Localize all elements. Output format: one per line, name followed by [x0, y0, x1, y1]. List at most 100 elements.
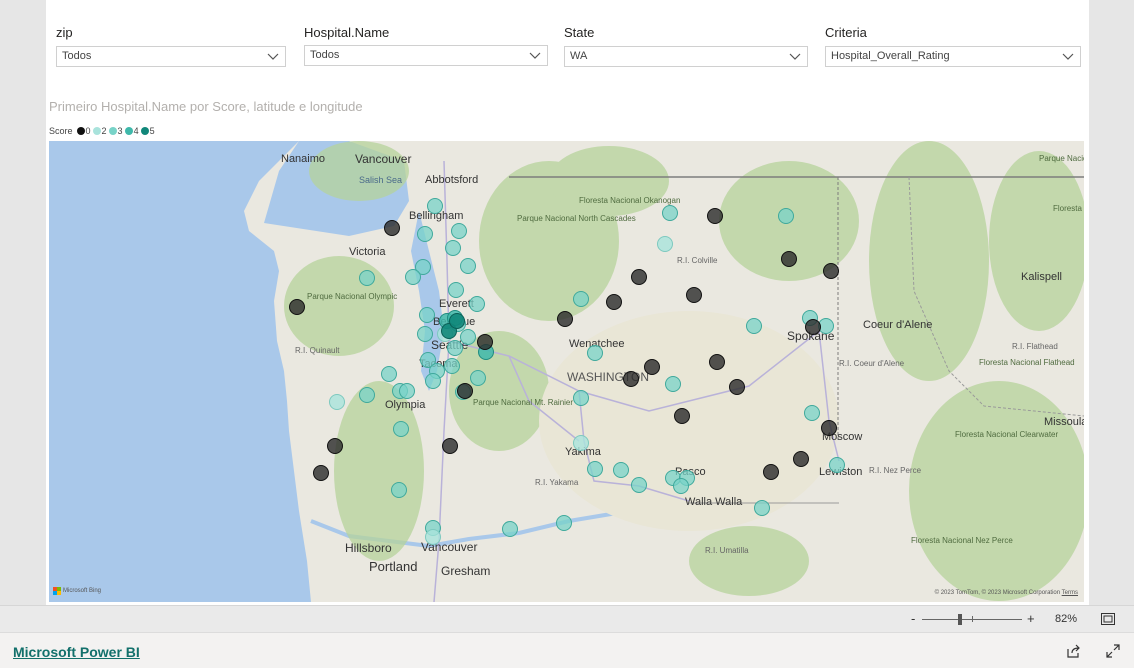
slicer-zip: zip Todos — [56, 24, 286, 67]
marker-score-3[interactable] — [393, 421, 409, 437]
marker-score-3[interactable] — [778, 208, 794, 224]
marker-score-3[interactable] — [460, 258, 476, 274]
marker-score-3[interactable] — [460, 329, 476, 345]
map-label: Victoria — [349, 246, 386, 258]
marker-score-3[interactable] — [673, 478, 689, 494]
marker-score-3[interactable] — [587, 345, 603, 361]
marker-score-0[interactable] — [763, 464, 779, 480]
map-label: Vancouver — [355, 152, 411, 166]
marker-score-3[interactable] — [451, 223, 467, 239]
marker-score-0[interactable] — [623, 371, 639, 387]
marker-score-0[interactable] — [729, 379, 745, 395]
marker-score-3[interactable] — [573, 390, 589, 406]
map-label: Hillsboro — [345, 541, 392, 555]
legend-item[interactable]: 4 — [124, 126, 139, 136]
marker-score-0[interactable] — [313, 465, 329, 481]
marker-score-3[interactable] — [469, 296, 485, 312]
marker-score-3[interactable] — [470, 370, 486, 386]
map-label: Parque Nacional Waterton Lakes — [1039, 154, 1084, 163]
marker-score-3[interactable] — [502, 521, 518, 537]
marker-score-0[interactable] — [289, 299, 305, 315]
marker-score-0[interactable] — [709, 354, 725, 370]
zoom-out-button[interactable]: - — [911, 611, 915, 626]
chevron-down-icon — [789, 53, 801, 60]
criteria-dropdown[interactable]: Hospital_Overall_Rating — [825, 46, 1081, 67]
state-dropdown[interactable]: WA — [564, 46, 808, 67]
marker-score-3[interactable] — [587, 461, 603, 477]
marker-score-3[interactable] — [419, 307, 435, 323]
marker-score-0[interactable] — [686, 287, 702, 303]
marker-score-0[interactable] — [781, 251, 797, 267]
marker-score-3[interactable] — [417, 226, 433, 242]
slicer-title: Hospital.Name — [304, 25, 390, 40]
marker-score-2[interactable] — [657, 236, 673, 252]
bing-map[interactable]: Nanaimo Vancouver Abbotsford Salish Sea … — [49, 141, 1084, 602]
fullscreen-icon[interactable] — [1106, 644, 1120, 658]
map-canvas[interactable]: Nanaimo Vancouver Abbotsford Salish Sea … — [49, 141, 1084, 602]
marker-score-3[interactable] — [631, 477, 647, 493]
marker-score-5[interactable] — [449, 313, 465, 329]
marker-score-3[interactable] — [665, 376, 681, 392]
marker-score-3[interactable] — [448, 282, 464, 298]
marker-score-0[interactable] — [823, 263, 839, 279]
marker-score-0[interactable] — [384, 220, 400, 236]
marker-score-0[interactable] — [793, 451, 809, 467]
marker-score-3[interactable] — [573, 291, 589, 307]
dropdown-value: WA — [570, 50, 588, 62]
map-label: Floresta Nacional Okanogan — [579, 196, 680, 205]
marker-score-0[interactable] — [606, 294, 622, 310]
marker-score-3[interactable] — [662, 205, 678, 221]
marker-score-3[interactable] — [417, 326, 433, 342]
marker-score-0[interactable] — [557, 311, 573, 327]
legend-item[interactable]: 0 — [76, 126, 91, 136]
power-bi-link[interactable]: Microsoft Power BI — [13, 644, 140, 660]
marker-score-3[interactable] — [444, 358, 460, 374]
marker-score-3[interactable] — [359, 387, 375, 403]
marker-score-3[interactable] — [746, 318, 762, 334]
marker-score-3[interactable] — [359, 270, 375, 286]
terms-link[interactable]: Terms — [1062, 590, 1078, 596]
marker-score-3[interactable] — [804, 405, 820, 421]
map-legend: Score 0 2 3 4 5 — [49, 125, 157, 137]
legend-item[interactable]: 3 — [108, 126, 123, 136]
marker-score-2[interactable] — [573, 435, 589, 451]
marker-score-2[interactable] — [425, 529, 441, 545]
marker-score-0[interactable] — [821, 420, 837, 436]
marker-score-0[interactable] — [631, 269, 647, 285]
marker-score-0[interactable] — [477, 334, 493, 350]
zoom-level: 82% — [1055, 613, 1078, 625]
marker-score-3[interactable] — [427, 198, 443, 214]
marker-score-0[interactable] — [644, 359, 660, 375]
marker-score-0[interactable] — [327, 438, 343, 454]
marker-score-3[interactable] — [445, 240, 461, 256]
fit-to-page-icon[interactable] — [1101, 613, 1115, 625]
marker-score-3[interactable] — [399, 383, 415, 399]
map-label: R.I. Quinault — [295, 346, 340, 355]
marker-score-0[interactable] — [707, 208, 723, 224]
legend-dot — [108, 127, 117, 135]
map-label: Portland — [369, 559, 417, 574]
marker-score-3[interactable] — [405, 269, 421, 285]
marker-score-3[interactable] — [613, 462, 629, 478]
marker-score-3[interactable] — [425, 373, 441, 389]
zip-dropdown[interactable]: Todos — [56, 46, 286, 67]
marker-score-0[interactable] — [805, 319, 821, 335]
marker-score-3[interactable] — [391, 482, 407, 498]
marker-score-3[interactable] — [447, 340, 463, 356]
legend-item[interactable]: 5 — [140, 126, 155, 136]
map-label: Parque Nacional North Cascades — [517, 214, 636, 223]
hospital-name-dropdown[interactable]: Todos — [304, 45, 548, 66]
zoom-in-button[interactable]: + — [1027, 611, 1035, 626]
marker-score-3[interactable] — [829, 457, 845, 473]
marker-score-2[interactable] — [329, 394, 345, 410]
zoom-slider-thumb[interactable] — [958, 614, 962, 625]
chevron-down-icon — [529, 52, 541, 59]
legend-item[interactable]: 2 — [92, 126, 107, 136]
marker-score-0[interactable] — [674, 408, 690, 424]
marker-score-0[interactable] — [442, 438, 458, 454]
marker-score-3[interactable] — [556, 515, 572, 531]
marker-score-3[interactable] — [754, 500, 770, 516]
marker-score-3[interactable] — [381, 366, 397, 382]
marker-score-0[interactable] — [457, 383, 473, 399]
share-icon[interactable] — [1067, 644, 1081, 658]
